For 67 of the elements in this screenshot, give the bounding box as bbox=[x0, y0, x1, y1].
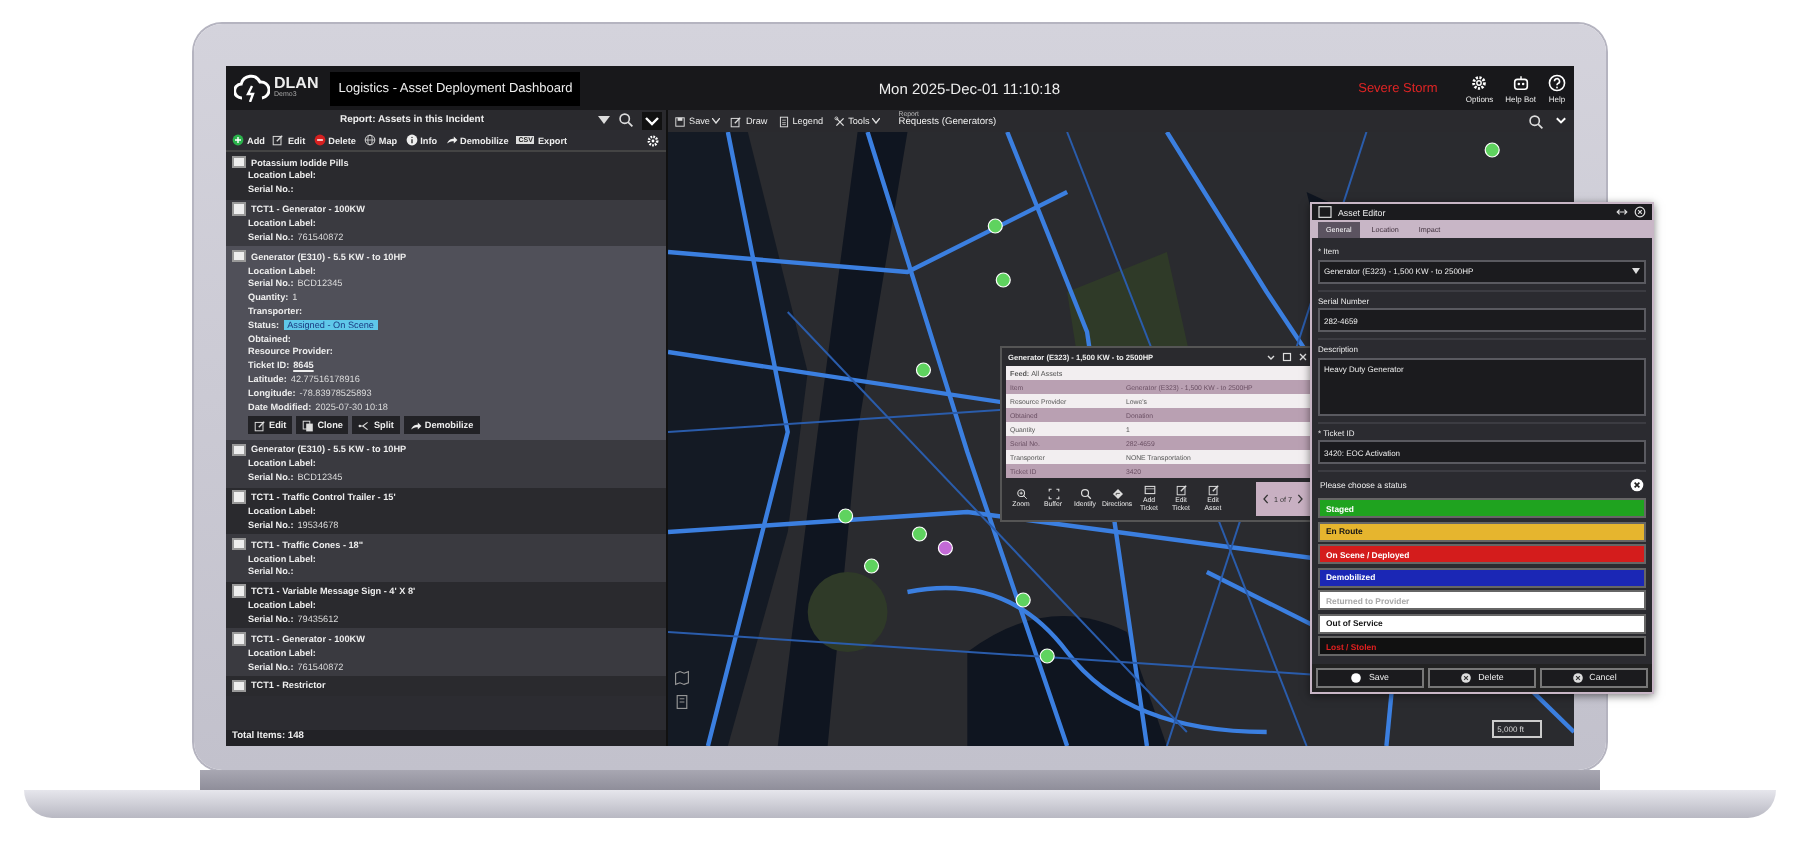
maximize-icon[interactable] bbox=[1282, 352, 1292, 362]
collapse-chevron-icon[interactable] bbox=[642, 111, 662, 129]
search-icon[interactable] bbox=[618, 112, 634, 128]
close-icon bbox=[1460, 671, 1473, 683]
map-marker[interactable] bbox=[838, 508, 854, 524]
dot-icon bbox=[1350, 671, 1363, 683]
checkbox[interactable] bbox=[232, 490, 245, 504]
tools-icon bbox=[833, 115, 846, 127]
checkbox[interactable] bbox=[232, 155, 245, 169]
cloud-lightning-icon bbox=[234, 74, 270, 102]
checkbox[interactable] bbox=[232, 679, 245, 693]
caret-icon bbox=[1632, 268, 1640, 274]
buffer-icon bbox=[1047, 488, 1059, 501]
logo-text: DLAN bbox=[274, 76, 319, 93]
map-marker[interactable] bbox=[987, 218, 1003, 234]
globe-icon bbox=[363, 134, 376, 146]
map-marker[interactable] bbox=[1039, 648, 1055, 664]
checkbox[interactable] bbox=[232, 249, 245, 263]
checkbox[interactable] bbox=[232, 584, 245, 598]
chevron-down-icon[interactable] bbox=[1554, 114, 1568, 128]
map-marker[interactable] bbox=[863, 558, 880, 574]
pencil-icon bbox=[1207, 484, 1219, 497]
map-marker[interactable] bbox=[937, 540, 953, 556]
search-icon[interactable] bbox=[1528, 113, 1544, 129]
caret-icon bbox=[712, 118, 721, 124]
info-icon bbox=[405, 134, 418, 146]
restore-icon[interactable] bbox=[1616, 206, 1628, 218]
close-icon bbox=[1571, 671, 1584, 683]
map-marker[interactable] bbox=[915, 362, 931, 378]
save-icon bbox=[674, 115, 686, 127]
robot-icon bbox=[1511, 73, 1530, 91]
minimize-icon[interactable] bbox=[1266, 352, 1276, 362]
window-icon bbox=[1318, 206, 1332, 218]
checkbox[interactable] bbox=[232, 537, 245, 551]
checkbox[interactable] bbox=[232, 632, 245, 646]
plus-icon bbox=[232, 134, 244, 146]
close-icon[interactable] bbox=[1630, 478, 1644, 492]
settings-icon[interactable] bbox=[646, 133, 660, 147]
pencil-icon bbox=[272, 134, 285, 146]
arrow-icon bbox=[409, 419, 422, 432]
zoom-icon bbox=[1015, 488, 1027, 501]
map-marker[interactable] bbox=[911, 526, 928, 542]
settings-icon bbox=[1470, 73, 1489, 91]
ticket-icon bbox=[1143, 484, 1155, 497]
map-marker[interactable] bbox=[1484, 142, 1500, 158]
copy-icon bbox=[302, 419, 315, 432]
asset-list-item[interactable] bbox=[226, 246, 666, 440]
map-icon[interactable] bbox=[674, 670, 690, 686]
search-icon bbox=[1079, 488, 1091, 501]
dropdown-caret-icon[interactable] bbox=[598, 115, 610, 125]
pencil-icon bbox=[730, 115, 743, 127]
delete-icon bbox=[313, 134, 326, 146]
previous-icon[interactable] bbox=[1262, 494, 1270, 504]
next-icon[interactable] bbox=[1296, 494, 1304, 504]
directions-icon bbox=[1111, 488, 1123, 501]
checkbox[interactable] bbox=[232, 443, 245, 457]
checkbox[interactable] bbox=[232, 202, 245, 216]
split-icon bbox=[358, 419, 371, 432]
arrow-icon bbox=[445, 134, 458, 146]
help-icon bbox=[1548, 73, 1566, 91]
park-area bbox=[807, 572, 888, 652]
pencil-icon bbox=[1175, 484, 1187, 497]
map-marker[interactable] bbox=[995, 272, 1011, 288]
caret-icon bbox=[872, 118, 881, 124]
legend-icon bbox=[777, 115, 790, 127]
map-marker[interactable] bbox=[1015, 592, 1031, 608]
pencil-icon bbox=[254, 419, 266, 432]
